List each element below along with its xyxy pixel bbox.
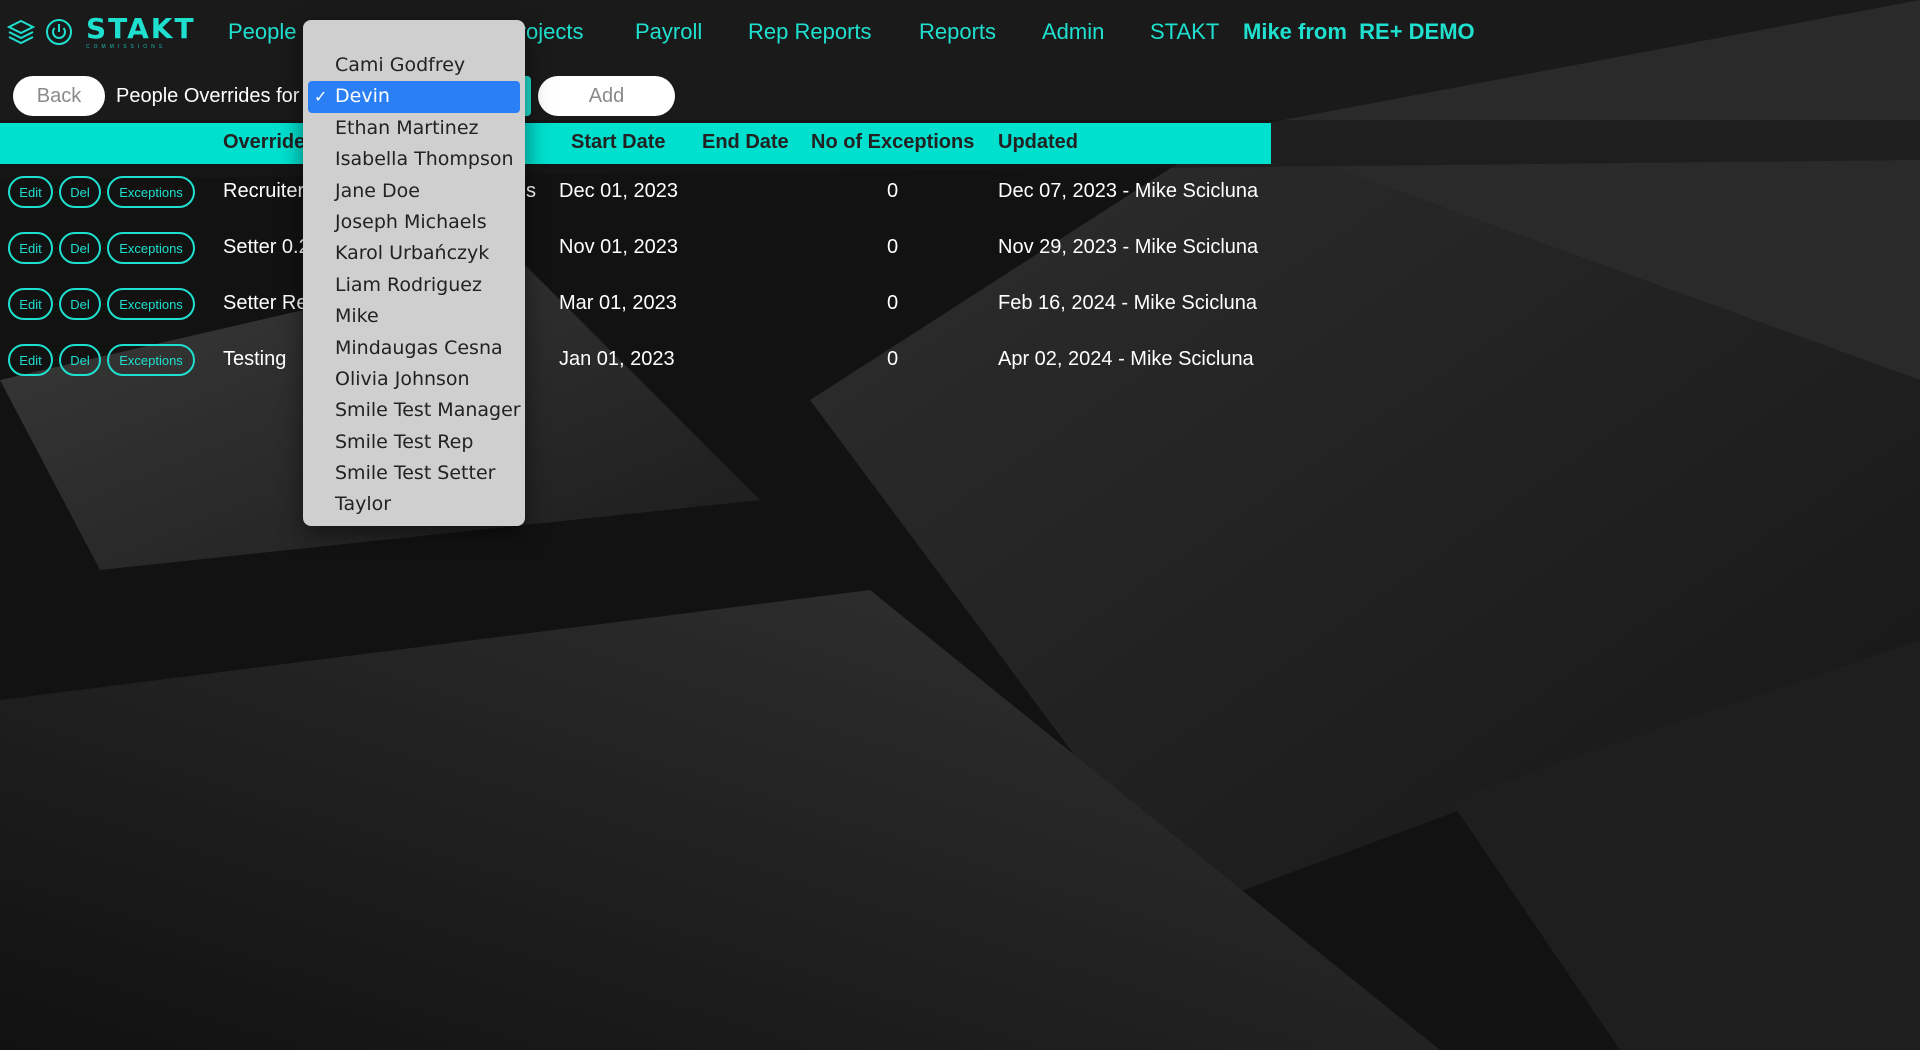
exception-count: 0 [887,236,899,258]
override-name: Recruiter [223,180,305,202]
dropdown-option[interactable]: Olivia Johnson [308,364,520,395]
exception-count: 0 [887,180,899,202]
option-label: Devin [335,85,390,108]
checkmark-icon: ✓ [314,87,328,107]
override-name-tail: s [526,180,536,202]
nav-rep-reports[interactable]: Rep Reports [748,19,872,45]
table-header: Override Start Date End Date No of Excep… [0,123,1271,164]
option-label: Liam Rodriguez [335,273,482,296]
dropdown-option[interactable]: Joseph Michaels [308,207,520,238]
logo-group: STAKT COMMISSIONS [6,11,196,50]
brand-logo[interactable]: STAKT COMMISSIONS [86,11,196,50]
updated-info: Nov 29, 2023 - Mike Scicluna [998,236,1259,258]
option-label: Smile Test Rep [335,430,474,453]
dropdown-option[interactable]: Smile Test Manager [308,395,521,426]
start-date: Nov 01, 2023 [559,236,678,258]
top-navigation: STAKT COMMISSIONS People Projects Payrol… [0,0,1920,64]
option-label: Joseph Michaels [335,210,487,233]
person-dropdown-list: Cami Godfrey ✓ Devin Ethan Martinez Isabe… [303,20,525,526]
nav-people[interactable]: People [228,19,297,45]
header-updated[interactable]: Updated [998,131,1078,154]
power-icon[interactable] [44,17,74,47]
delete-button[interactable]: Del [59,344,101,376]
option-label: Cami Godfrey [335,54,466,76]
override-name: Testing [223,348,287,370]
dropdown-option-selected[interactable]: ✓ Devin [308,81,520,113]
table-row: Edit Del Exceptions Setter 0.2 Nov 01, 2… [0,232,1271,282]
dropdown-option[interactable]: Karol Urbańczyk [308,238,520,269]
exception-count: 0 [887,348,899,370]
option-label: Smile Test Manager [335,399,521,422]
updated-info: Feb 16, 2024 - Mike Scicluna [998,292,1258,314]
nav-stakt[interactable]: STAKT [1150,19,1219,45]
dropdown-option[interactable]: Smile Test Rep [308,427,520,458]
exceptions-button[interactable]: Exceptions [107,288,195,320]
option-label: Smile Test Setter [335,462,496,485]
add-button[interactable]: Add [538,76,675,116]
exceptions-button[interactable]: Exceptions [107,176,195,208]
header-end-date[interactable]: End Date [702,131,789,154]
exceptions-button[interactable]: Exceptions [107,232,195,264]
delete-button[interactable]: Del [59,176,101,208]
dropdown-option[interactable]: Jane Doe [308,176,520,207]
start-date: Dec 01, 2023 [559,180,678,202]
edit-button[interactable]: Edit [8,288,53,320]
table-row: Edit Del Exceptions Recruiter s Dec 01, … [0,176,1271,226]
exceptions-button[interactable]: Exceptions [107,344,195,376]
option-label: Taylor [335,493,392,516]
brand-subtitle: COMMISSIONS [86,43,167,50]
start-date: Mar 01, 2023 [559,292,677,314]
brand-name: STAKT [86,11,196,45]
option-label: Ethan Martinez [335,116,479,139]
layers-icon[interactable] [6,17,36,47]
nav-admin[interactable]: Admin [1042,19,1104,45]
option-label: Isabella Thompson [335,148,514,171]
dropdown-option[interactable]: Isabella Thompson [308,144,520,175]
updated-info: Apr 02, 2024 - Mike Scicluna [998,348,1254,370]
dropdown-option[interactable]: Liam Rodriguez [308,270,520,301]
table-row: Edit Del Exceptions Setter Re Mar 01, 20… [0,288,1271,338]
option-label: Jane Doe [335,179,420,202]
override-name: Setter 0.2 [223,236,310,258]
overrides-for-label: People Overrides for [116,85,300,107]
option-label: Olivia Johnson [335,367,470,390]
dropdown-option[interactable]: Mike [308,301,520,332]
delete-button[interactable]: Del [59,288,101,320]
delete-button[interactable]: Del [59,232,101,264]
option-label: Karol Urbańczyk [335,242,490,265]
header-start-date[interactable]: Start Date [571,131,665,154]
edit-button[interactable]: Edit [8,232,53,264]
edit-button[interactable]: Edit [8,176,53,208]
option-label: Mindaugas Cesna [335,336,503,359]
back-button[interactable]: Back [13,76,105,116]
override-name: Setter Re [223,292,308,314]
edit-button[interactable]: Edit [8,344,53,376]
dropdown-option[interactable]: Ethan Martinez [308,113,520,144]
nav-reports[interactable]: Reports [919,19,996,45]
dropdown-option[interactable]: Mindaugas Cesna [308,333,520,364]
nav-payroll[interactable]: Payroll [635,19,702,45]
updated-info: Dec 07, 2023 - Mike Scicluna [998,180,1259,202]
option-label: Mike [335,305,379,328]
start-date: Jan 01, 2023 [559,348,675,370]
header-exceptions[interactable]: No of Exceptions [811,131,974,154]
user-company-label[interactable]: Mike from RE+ DEMO [1243,19,1475,45]
dropdown-option[interactable]: Taylor [308,489,520,520]
table-row: Edit Del Exceptions Testing Jan 01, 2023… [0,344,1271,394]
header-override[interactable]: Override [223,131,305,154]
dropdown-option[interactable]: Cami Godfrey [308,50,520,81]
dropdown-option[interactable]: Smile Test Setter [308,458,520,489]
exception-count: 0 [887,292,899,314]
